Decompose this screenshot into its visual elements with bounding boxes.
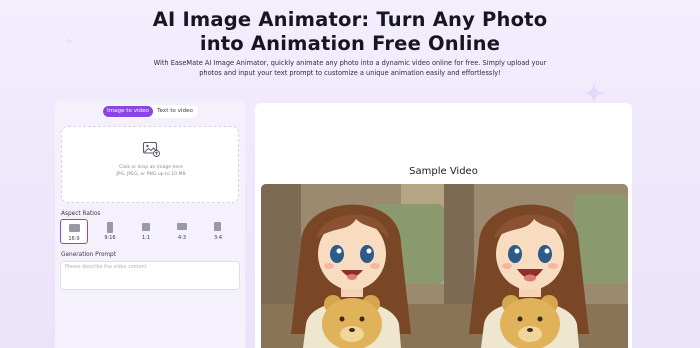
page-subtitle-line2: photos and input your text prompt to cus… bbox=[199, 69, 501, 77]
page-title: AI Image Animator: Turn Any Photo into A… bbox=[0, 8, 700, 56]
mode-toggle: Image to video Text to video bbox=[102, 105, 198, 118]
aspect-ratios-label: Aspect Ratios bbox=[61, 211, 101, 217]
image-upload-dropzone[interactable]: Click or drop an image here JPG, JPEG, o… bbox=[61, 126, 239, 203]
page-subtitle-line1: With EaseMate AI Image Animator, quickly… bbox=[153, 59, 547, 67]
aspect-ratio-3-4[interactable]: 3:4 bbox=[204, 219, 232, 244]
aspect-ratio-1-1[interactable]: 1:1 bbox=[132, 219, 160, 244]
tab-image-to-video[interactable]: Image to video bbox=[103, 106, 153, 117]
ratio-portrait-icon bbox=[214, 222, 221, 231]
upload-instructions: Click or drop an image here bbox=[119, 165, 183, 170]
ratio-landscape-icon bbox=[69, 224, 80, 232]
sample-video-animated bbox=[444, 184, 628, 348]
upload-file-limits: JPG, JPEG, or PNG up to 10 MB bbox=[116, 172, 186, 177]
aspect-ratio-label: 3:4 bbox=[213, 235, 223, 241]
sparkle-icon bbox=[64, 36, 74, 46]
sparkle-icon bbox=[583, 82, 605, 104]
aspect-ratio-label: 4:3 bbox=[177, 235, 187, 241]
page-title-line2: into Animation Free Online bbox=[199, 32, 501, 55]
generation-prompt-label: Generation Prompt bbox=[61, 252, 116, 258]
aspect-ratio-9-16[interactable]: 9:16 bbox=[96, 219, 124, 244]
sample-image-original bbox=[261, 184, 444, 348]
aspect-ratio-label: 1:1 bbox=[141, 235, 151, 241]
ratio-portrait-icon bbox=[107, 222, 113, 233]
aspect-ratio-label: 16:9 bbox=[68, 236, 80, 242]
aspect-ratio-options: 16:9 9:16 1:1 4:3 3:4 bbox=[60, 219, 240, 244]
image-upload-icon bbox=[142, 141, 160, 161]
tab-text-to-video[interactable]: Text to video bbox=[153, 106, 197, 117]
aspect-ratio-4-3[interactable]: 4:3 bbox=[168, 219, 196, 244]
ratio-landscape-icon bbox=[177, 223, 187, 230]
aspect-ratio-label: 9:16 bbox=[104, 235, 116, 241]
generation-prompt-input[interactable] bbox=[60, 261, 240, 290]
page-subtitle: With EaseMate AI Image Animator, quickly… bbox=[0, 58, 700, 78]
page-title-line1: AI Image Animator: Turn Any Photo bbox=[152, 8, 548, 31]
ratio-square-icon bbox=[142, 223, 150, 231]
sample-video-title: Sample Video bbox=[409, 166, 478, 177]
aspect-ratio-16-9[interactable]: 16:9 bbox=[60, 219, 88, 244]
